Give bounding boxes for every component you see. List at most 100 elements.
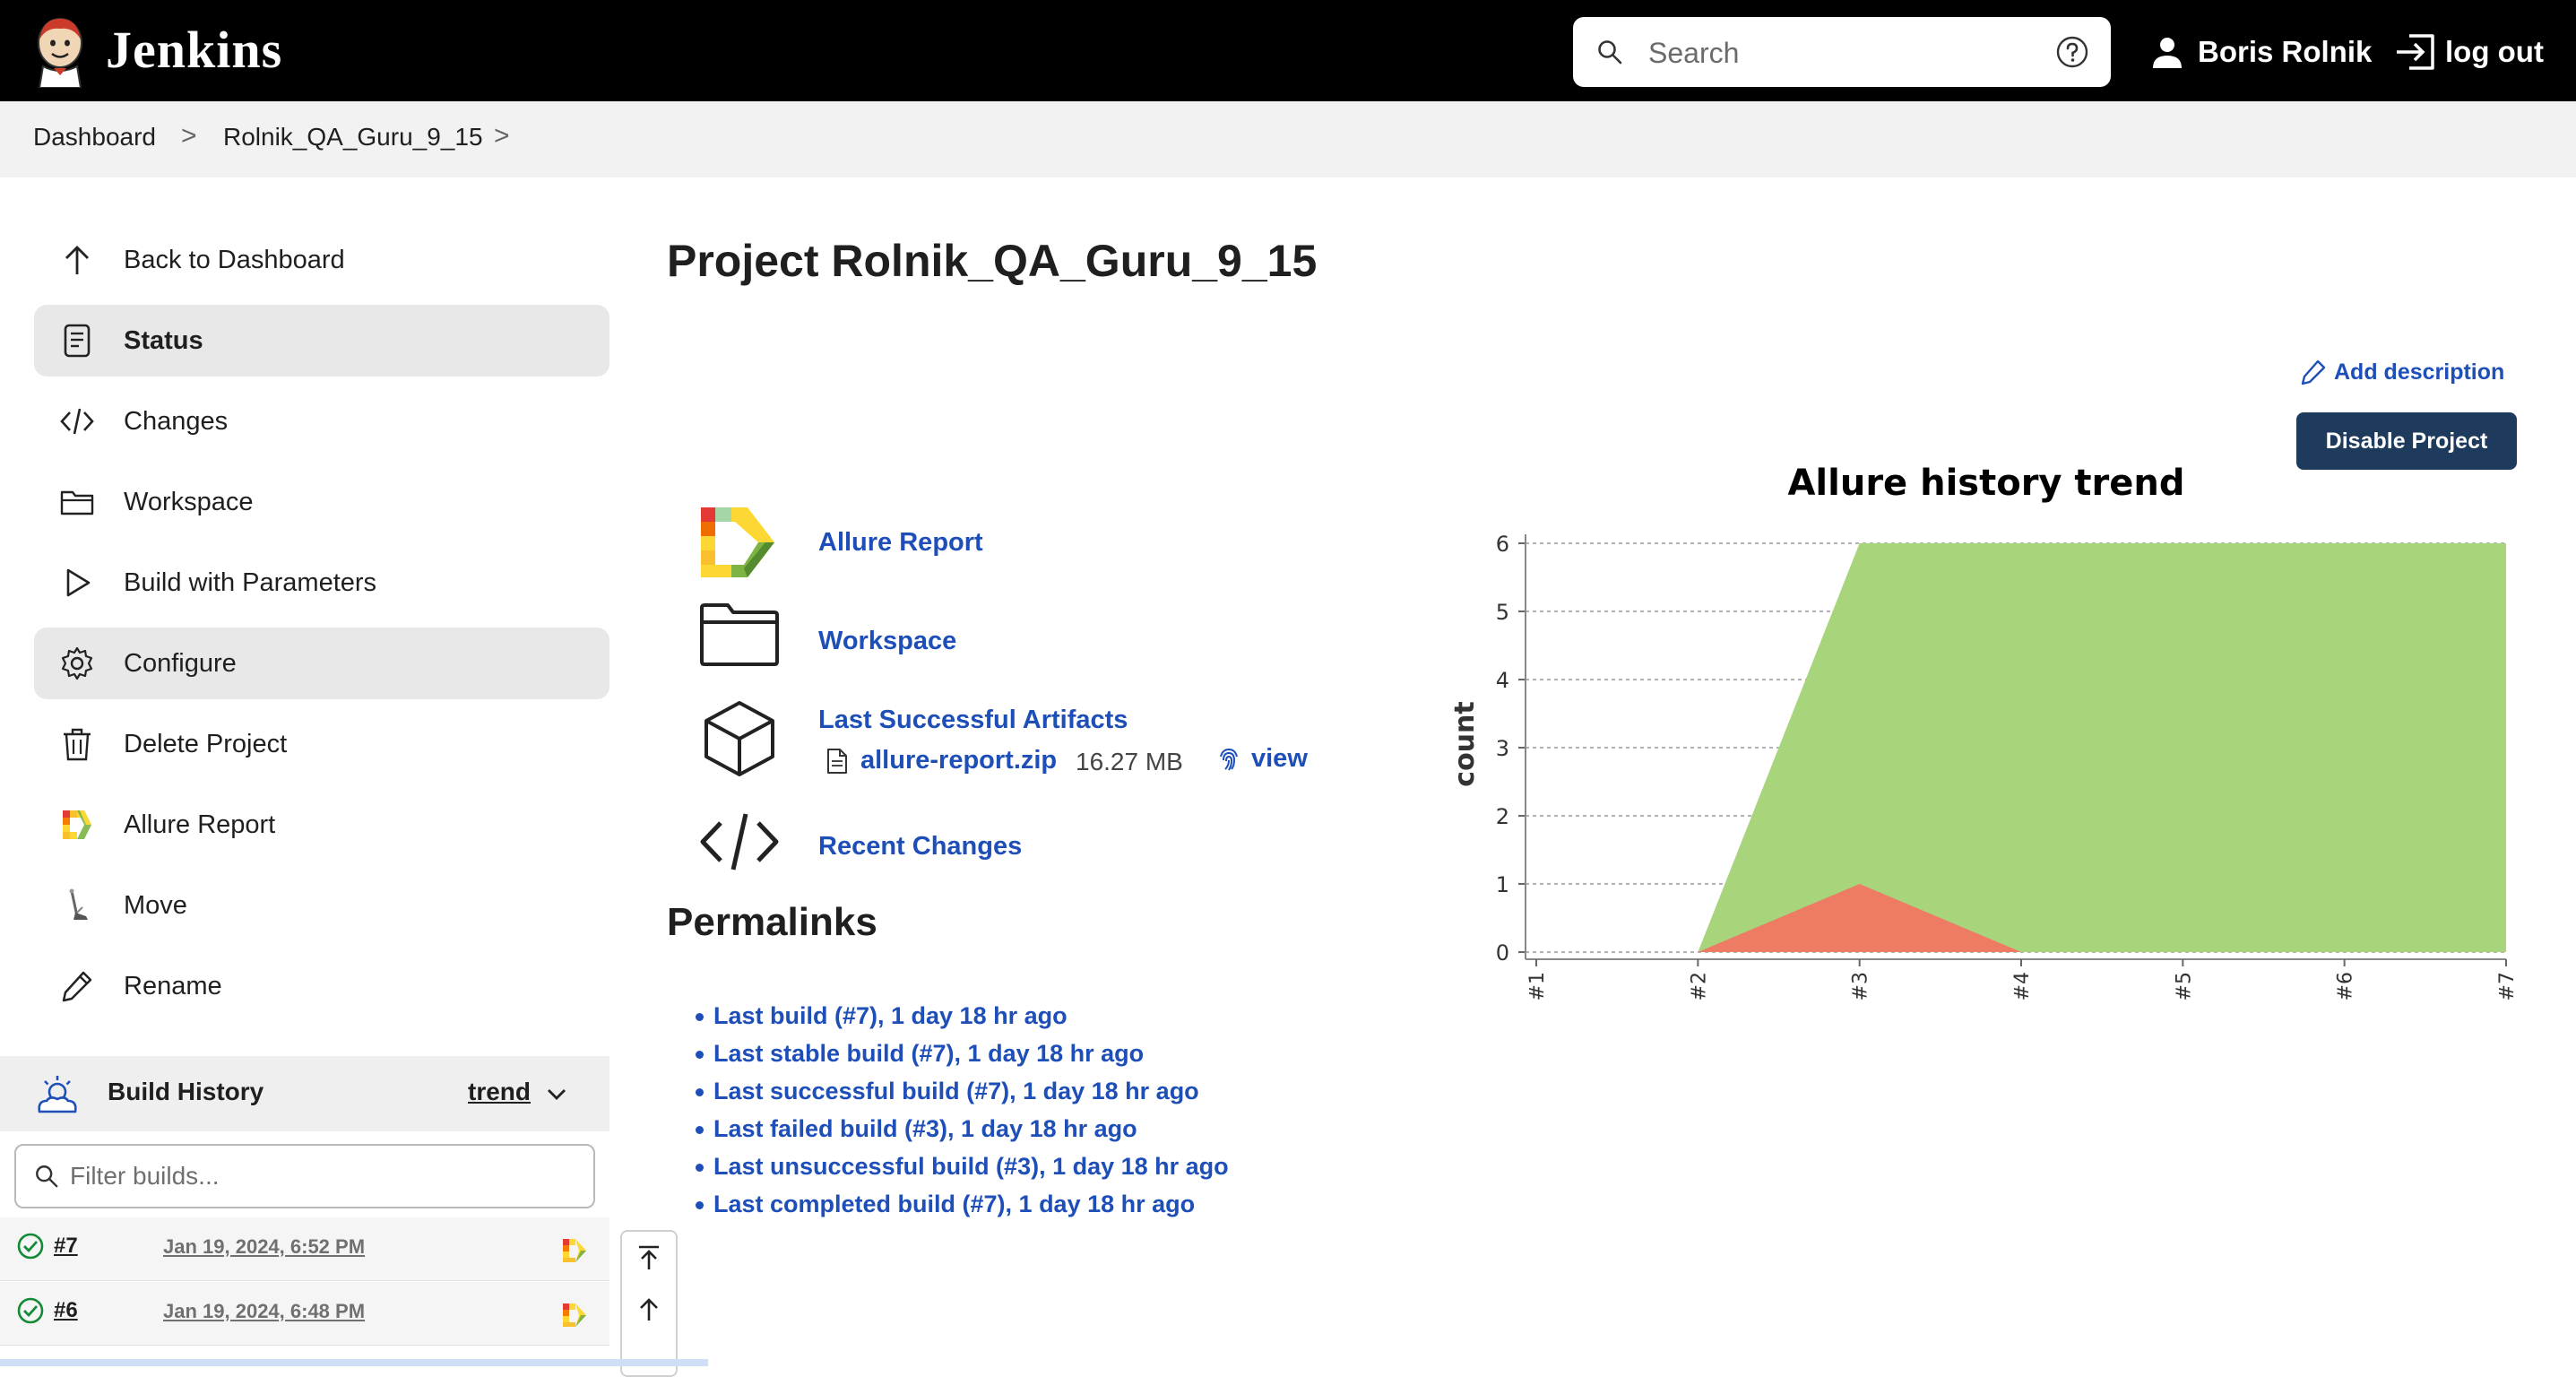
chart-x-tick-label: #6 — [2335, 972, 2357, 1000]
sidebar-item-label: Back to Dashboard — [124, 245, 345, 274]
sidebar-item-allure-report[interactable]: Allure Report — [34, 789, 609, 861]
chart-y-tick-label: 5 — [1496, 600, 1509, 625]
artifact-size: 16.27 MB — [1076, 748, 1183, 775]
allure-history-trend-chart[interactable]: Allure history trend count 0 1 2 3 4 5 6 #1 #2 #3… — [1443, 457, 2537, 1031]
artifact-view-link[interactable]: view — [1215, 744, 1308, 774]
sidebar-item-label: Move — [124, 890, 187, 920]
search-icon — [36, 1165, 58, 1188]
logout-label[interactable]: log out — [2445, 35, 2544, 69]
breadcrumb-separator: > — [181, 121, 197, 151]
horizontal-scrollbar[interactable] — [0, 1359, 708, 1366]
pencil-icon — [2301, 359, 2326, 385]
permalink-item[interactable]: Last unsuccessful build (#3), 1 day 18 h… — [696, 1153, 1229, 1191]
allure-icon[interactable] — [561, 1237, 588, 1264]
scroll-to-top-icon[interactable] — [635, 1244, 662, 1271]
permalink-item[interactable]: Last completed build (#7), 1 day 18 hr a… — [696, 1191, 1229, 1228]
permalink-last-successful-build[interactable]: Last successful build (#7), 1 day 18 hr … — [713, 1078, 1199, 1104]
help-icon[interactable] — [2055, 35, 2089, 69]
allure-report-link[interactable]: Allure Report — [818, 528, 983, 558]
sidebar-item-label: Delete Project — [124, 729, 288, 758]
sidebar-item-label: Build with Parameters — [124, 567, 377, 597]
build-row[interactable]: #6 Jan 19, 2024, 6:48 PM — [0, 1282, 609, 1346]
filter-builds-input[interactable] — [68, 1156, 574, 1196]
build-number[interactable]: #7 — [54, 1234, 78, 1259]
permalink-item[interactable]: Last stable build (#7), 1 day 18 hr ago — [696, 1040, 1229, 1078]
sidebar-item-workspace[interactable]: Workspace — [34, 466, 609, 538]
artifact-file-link[interactable]: allure-report.zip — [825, 746, 1057, 775]
search-box[interactable] — [1573, 17, 2111, 87]
document-icon — [57, 321, 97, 360]
build-history-title: Build History — [108, 1078, 264, 1105]
add-description-link[interactable]: Add description — [2300, 359, 2504, 385]
folder-icon[interactable] — [699, 602, 780, 667]
sidebar-item-changes[interactable]: Changes — [34, 385, 609, 457]
search-input[interactable] — [1647, 30, 2009, 76]
user-icon — [2153, 38, 2182, 68]
file-icon — [827, 748, 847, 774]
chart-x-tick-label: #3 — [1850, 972, 1872, 1000]
allure-icon[interactable] — [699, 506, 776, 579]
permalink-item[interactable]: Last failed build (#3), 1 day 18 hr ago — [696, 1115, 1229, 1153]
chart-x-tick-label: #1 — [1526, 972, 1549, 1000]
user-menu[interactable]: Boris Rolnik — [2149, 27, 2372, 77]
permalink-last-failed-build[interactable]: Last failed build (#3), 1 day 18 hr ago — [713, 1115, 1137, 1142]
sidebar-item-rename[interactable]: Rename — [34, 950, 609, 1022]
package-icon[interactable] — [701, 699, 778, 778]
trend-link[interactable]: trend — [468, 1078, 531, 1106]
sidebar-item-back-to-dashboard[interactable]: Back to Dashboard — [34, 224, 609, 296]
breadcrumb-dashboard[interactable]: Dashboard — [33, 123, 156, 152]
code-icon[interactable] — [699, 810, 780, 873]
chart-x-tick-label: #2 — [1688, 972, 1710, 1000]
success-check-icon — [17, 1233, 44, 1260]
logout-icon — [2397, 34, 2434, 70]
code-icon — [57, 402, 97, 441]
chart-area-series-0 — [1536, 543, 2506, 952]
sidebar-item-delete-project[interactable]: Delete Project — [34, 708, 609, 780]
permalink-last-unsuccessful-build[interactable]: Last unsuccessful build (#3), 1 day 18 h… — [713, 1153, 1229, 1180]
search-icon — [1598, 40, 1622, 65]
build-row[interactable]: #7 Jan 19, 2024, 6:52 PM — [0, 1217, 609, 1281]
sidebar-item-label: Configure — [124, 648, 237, 678]
sidebar-item-label: Status — [124, 325, 203, 355]
breadcrumb-separator[interactable]: > — [494, 121, 510, 152]
logout-link[interactable]: log out — [2393, 27, 2544, 77]
chart-x-tick-label: #7 — [2496, 972, 2519, 1000]
jenkins-logo-icon[interactable] — [30, 13, 90, 88]
chart-y-tick-label: 4 — [1496, 668, 1509, 693]
sidebar-item-configure[interactable]: Configure — [34, 628, 609, 699]
build-date[interactable]: Jan 19, 2024, 6:48 PM — [163, 1300, 365, 1323]
chart-y-tick-label: 2 — [1496, 804, 1509, 829]
permalinks-list: Last build (#7), 1 day 18 hr ago Last st… — [696, 1002, 1229, 1228]
artifact-file-name[interactable]: allure-report.zip — [860, 746, 1057, 775]
fingerprint-icon — [1220, 748, 1238, 771]
permalink-item[interactable]: Last build (#7), 1 day 18 hr ago — [696, 1002, 1229, 1040]
add-description-label[interactable]: Add description — [2334, 359, 2504, 385]
app-name[interactable]: Jenkins — [106, 20, 282, 80]
trash-icon — [57, 724, 97, 764]
permalink-last-stable-build[interactable]: Last stable build (#7), 1 day 18 hr ago — [713, 1040, 1144, 1067]
permalink-last-build[interactable]: Last build (#7), 1 day 18 hr ago — [713, 1002, 1068, 1029]
last-successful-artifacts-link[interactable]: Last Successful Artifacts — [818, 706, 1128, 735]
sidebar-item-move[interactable]: Move — [34, 870, 609, 941]
artifact-view-label[interactable]: view — [1251, 744, 1308, 774]
scroll-up-icon[interactable] — [635, 1296, 662, 1323]
breadcrumb-project[interactable]: Rolnik_QA_Guru_9_15 — [223, 123, 483, 152]
chart-y-tick-label: 1 — [1496, 872, 1509, 897]
allure-icon[interactable] — [561, 1302, 588, 1329]
workspace-link[interactable]: Workspace — [818, 627, 956, 656]
user-name[interactable]: Boris Rolnik — [2198, 35, 2372, 69]
sidebar-item-status[interactable]: Status — [34, 305, 609, 377]
build-number[interactable]: #6 — [54, 1298, 78, 1323]
chart-y-tick-label: 6 — [1496, 532, 1509, 557]
sidebar-item-build-with-parameters[interactable]: Build with Parameters — [34, 547, 609, 619]
recent-changes-link[interactable]: Recent Changes — [818, 832, 1022, 862]
sidebar-item-label: Changes — [124, 406, 229, 436]
chart-y-tick-label: 0 — [1496, 940, 1509, 966]
sidebar-item-label: Allure Report — [124, 810, 276, 839]
chevron-down-icon[interactable] — [543, 1081, 570, 1108]
chart-x-tick-label: #4 — [2011, 972, 2034, 1000]
permalink-item[interactable]: Last successful build (#7), 1 day 18 hr … — [696, 1078, 1229, 1115]
permalink-last-completed-build[interactable]: Last completed build (#7), 1 day 18 hr a… — [713, 1191, 1195, 1217]
build-date[interactable]: Jan 19, 2024, 6:52 PM — [163, 1235, 365, 1259]
filter-builds-box[interactable] — [14, 1144, 595, 1208]
